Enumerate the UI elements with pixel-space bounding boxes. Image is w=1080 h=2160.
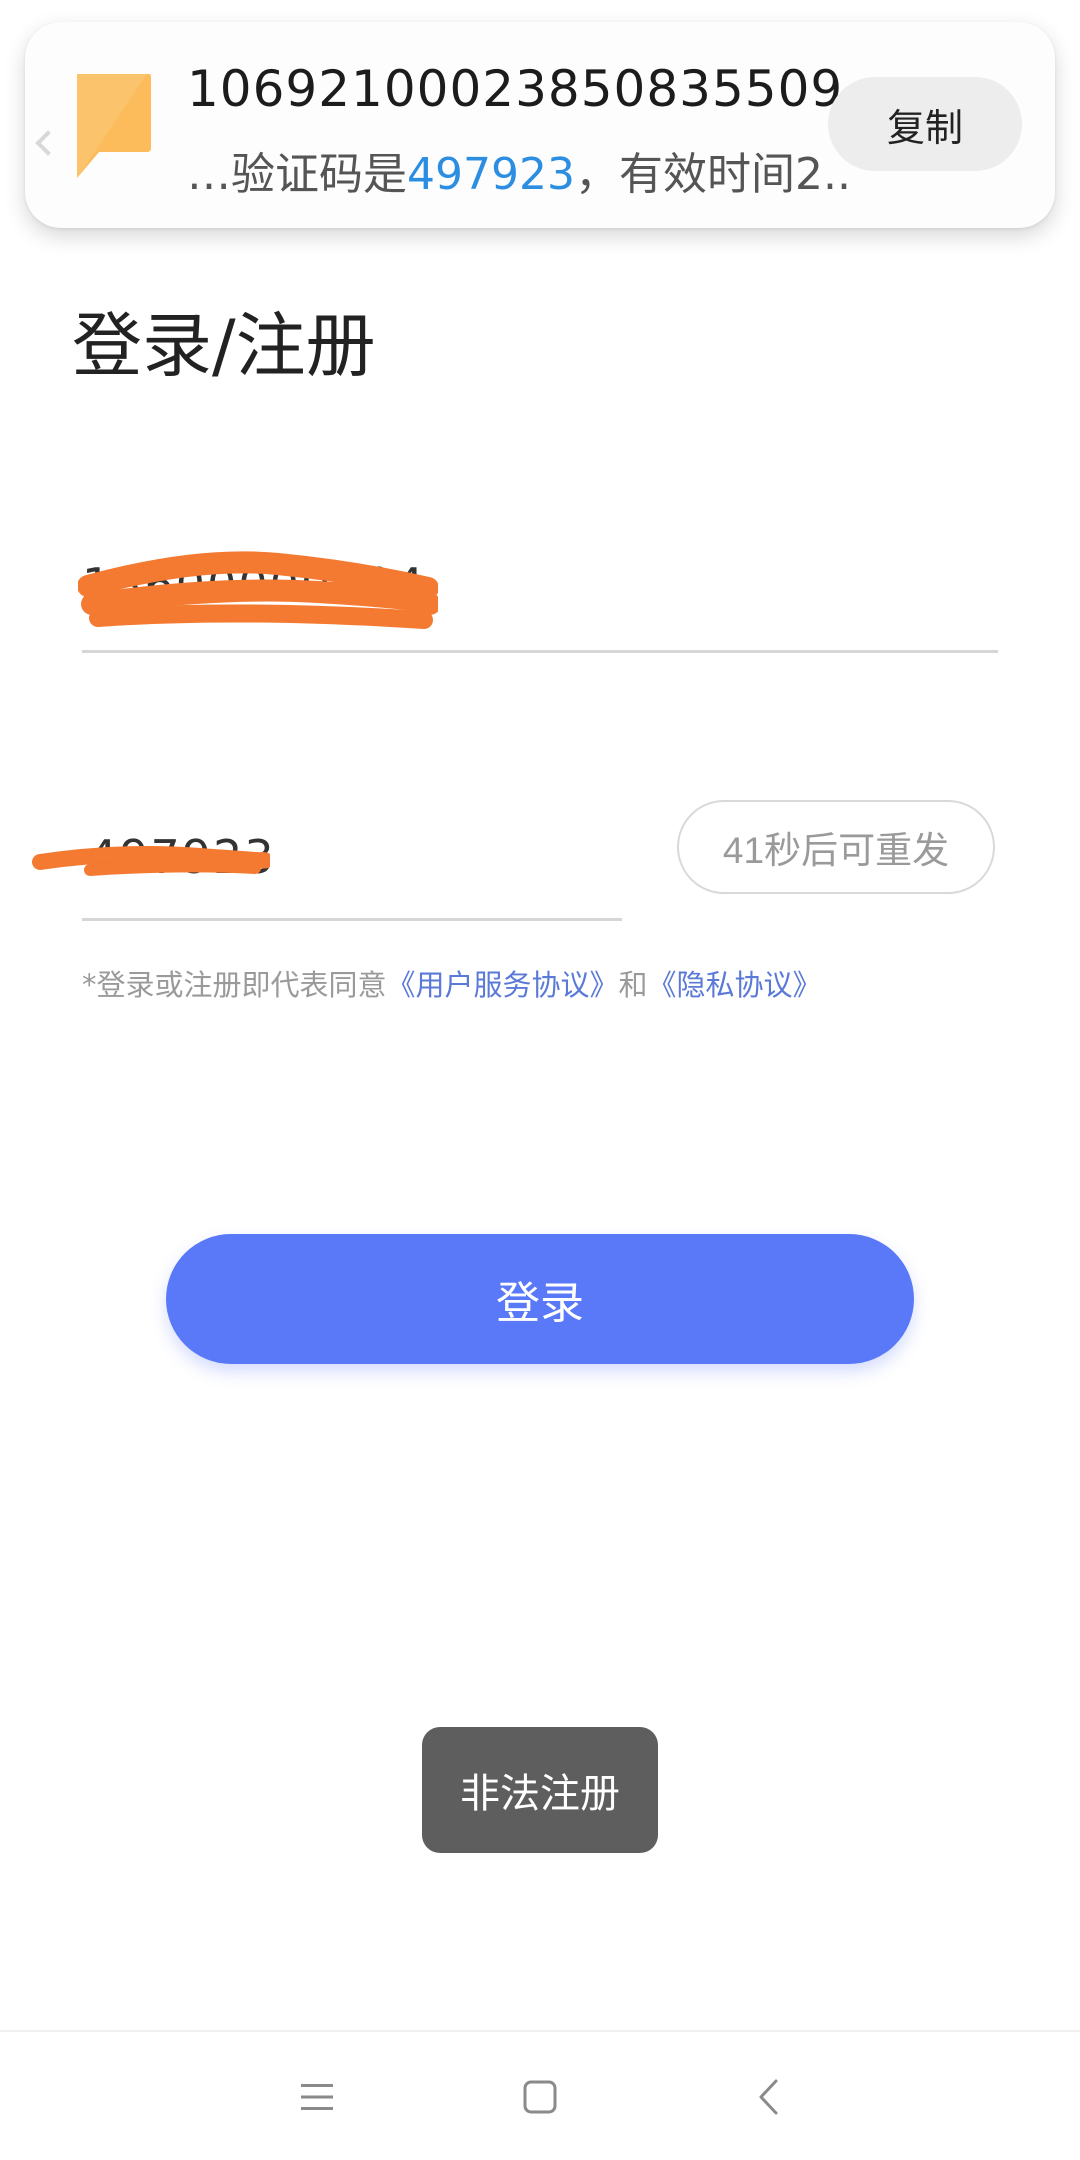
menu-icon-glyph <box>301 2084 333 2110</box>
message-icon <box>77 74 151 178</box>
system-navigation-bar <box>0 2030 1080 2160</box>
terms-link[interactable]: 《用户服务协议》 <box>387 968 619 1002</box>
page-title: 登录/注册 <box>72 305 376 387</box>
home-icon[interactable] <box>505 2062 575 2132</box>
notification-body-prefix: …验证码是 <box>187 149 407 200</box>
copy-button[interactable]: 复制 <box>828 77 1022 171</box>
back-icon-glyph <box>759 2079 778 2115</box>
verification-code-value: 497923 <box>88 830 276 884</box>
login-button[interactable]: 登录 <box>166 1234 914 1364</box>
phone-input-value: 13600000004 <box>82 558 426 612</box>
notification-body: …验证码是497923，有效时间2.. <box>187 138 852 202</box>
phone-input[interactable]: 13600000004 <box>78 540 998 653</box>
menu-icon[interactable] <box>282 2062 352 2132</box>
back-icon[interactable] <box>733 2062 803 2132</box>
agreement-text: *登录或注册即代表同意《用户服务协议》和《隐私协议》 <box>82 962 822 1004</box>
notification-code: 497923 <box>407 149 575 200</box>
notification-body-suffix: ，有效时间2.. <box>574 149 851 200</box>
home-icon-glyph <box>523 2080 557 2114</box>
toast-message: 非法注册 <box>422 1727 658 1853</box>
chevron-left-icon <box>35 130 61 156</box>
notification-sender: 10692100023850835509 <box>187 60 844 118</box>
resend-code-button[interactable]: 41秒后可重发 <box>677 800 995 894</box>
agreement-prefix: *登录或注册即代表同意 <box>82 968 387 1002</box>
sms-notification[interactable]: 10692100023850835509 …验证码是497923，有效时间2..… <box>25 22 1055 228</box>
agreement-conjunction: 和 <box>618 968 648 1002</box>
login-screen: 10692100023850835509 …验证码是497923，有效时间2..… <box>0 0 1080 2160</box>
verification-code-input[interactable]: 497923 <box>32 810 622 921</box>
privacy-link[interactable]: 《隐私协议》 <box>648 968 822 1002</box>
